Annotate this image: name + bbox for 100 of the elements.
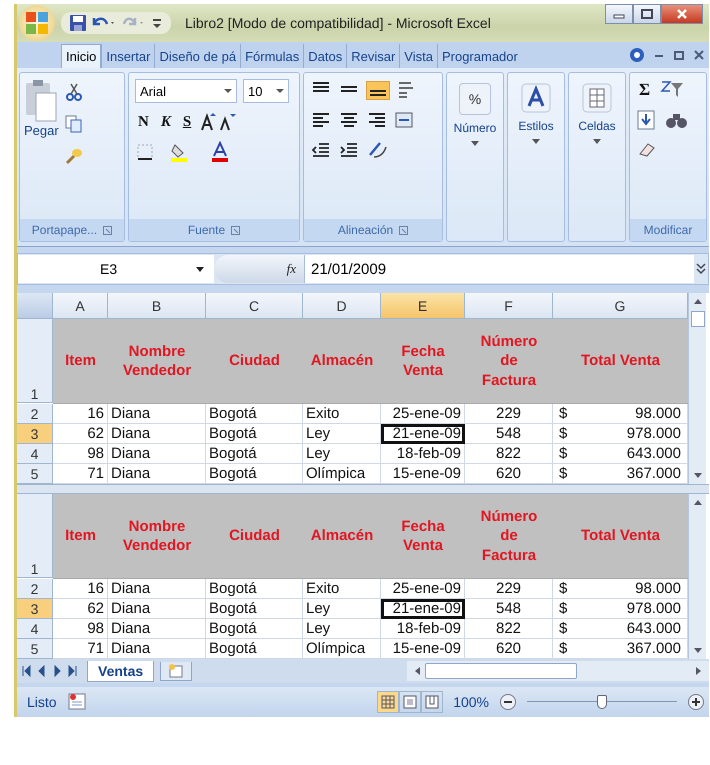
row-header[interactable]: 4 <box>17 444 53 464</box>
font-size-buttons-icon[interactable] <box>200 111 236 133</box>
close-button[interactable] <box>661 4 703 24</box>
ribbon-tab[interactable]: Inicio <box>61 44 102 68</box>
column-header[interactable]: E <box>381 293 465 319</box>
vertical-scrollbar[interactable] <box>688 293 706 484</box>
table-cell: Exito <box>303 579 381 599</box>
font-size-field[interactable]: 10 <box>243 79 289 103</box>
scroll-left-icon[interactable] <box>413 666 421 676</box>
caret-icon <box>196 266 204 272</box>
row-header[interactable]: 3 <box>17 424 53 444</box>
row-header[interactable]: 2 <box>17 404 53 424</box>
table-cell: Diana <box>108 444 206 464</box>
scroll-down-icon[interactable] <box>692 472 702 480</box>
table-cell: 21-ene-09 <box>381 599 465 619</box>
table-cell: Ley <box>303 619 381 639</box>
scroll-thumb[interactable] <box>425 663 577 679</box>
caret-icon <box>593 139 601 144</box>
table-cell: Exito <box>303 404 381 424</box>
dialog-launcher-icon[interactable] <box>103 226 112 234</box>
row-header[interactable]: 5 <box>17 464 53 484</box>
slider-thumb[interactable] <box>597 695 607 709</box>
row-header[interactable]: 4 <box>17 619 53 639</box>
currency-symbol: $ <box>559 425 568 442</box>
scroll-thumb[interactable] <box>690 311 704 327</box>
caret-icon <box>471 141 479 146</box>
copy-icon[interactable] <box>64 115 83 133</box>
group-title: Portapape... <box>32 223 98 237</box>
table-cell: 62 <box>53 599 108 619</box>
vertical-scrollbar[interactable] <box>688 494 706 659</box>
header-cell: Almacén <box>303 319 381 404</box>
page-break-button[interactable] <box>421 691 444 713</box>
cell-value: 98.000 <box>635 405 681 422</box>
format-painter-icon[interactable] <box>64 147 83 165</box>
table-cell: 229 <box>465 404 553 424</box>
close-icon[interactable] <box>693 49 705 61</box>
scissors-icon[interactable] <box>64 83 83 101</box>
office-button[interactable] <box>19 5 55 41</box>
table-cell: 62 <box>53 424 108 444</box>
group-title: Alineación <box>338 223 394 237</box>
header-cell: Ciudad <box>206 319 303 404</box>
table-cell: 548 <box>465 424 553 444</box>
scroll-down-icon[interactable] <box>692 647 702 655</box>
formula-field[interactable]: 21/01/2009 <box>304 255 694 283</box>
cells-icon <box>582 83 612 113</box>
zoom-in-icon[interactable] <box>687 693 705 711</box>
column-header[interactable]: D <box>303 293 381 319</box>
close-icon <box>676 9 688 19</box>
row-header[interactable]: 1 <box>17 319 53 403</box>
zoom-out-icon[interactable] <box>499 693 517 711</box>
underline-button[interactable]: S <box>180 114 194 130</box>
maximize-button[interactable] <box>633 4 661 24</box>
dialog-launcher-icon[interactable] <box>399 226 408 234</box>
header-cell: Nombre Vendedor <box>108 494 206 579</box>
styles-button[interactable]: Estilos <box>508 73 564 241</box>
sheet-tab[interactable]: Ventas <box>87 660 154 682</box>
column-header[interactable]: C <box>206 293 303 319</box>
cell-value: 643.000 <box>626 445 681 462</box>
header-cell: Fecha Venta <box>381 319 465 404</box>
table-cell: Bogotá <box>206 599 303 619</box>
cells-button[interactable]: Celdas <box>569 73 625 241</box>
row-header[interactable]: 1 <box>17 494 53 578</box>
insert-sheet-button[interactable] <box>160 662 192 680</box>
zoom-level[interactable]: 100% <box>453 694 489 710</box>
row-header[interactable]: 2 <box>17 579 53 599</box>
header-cell: Total Venta <box>553 319 688 404</box>
scroll-up-icon[interactable] <box>692 498 702 506</box>
zoom-slider[interactable] <box>527 693 677 711</box>
normal-view-button[interactable] <box>377 691 400 713</box>
font-name-field[interactable]: Arial <box>135 79 237 103</box>
restore-icon[interactable] <box>673 49 685 61</box>
column-header[interactable]: B <box>108 293 206 319</box>
italic-button[interactable]: K <box>158 114 174 130</box>
row-header[interactable]: 5 <box>17 639 53 659</box>
align-bottom-button[interactable] <box>366 80 390 100</box>
horizontal-scrollbar[interactable] <box>407 661 709 681</box>
column-header[interactable]: F <box>465 293 553 319</box>
row-header[interactable]: 3 <box>17 599 53 619</box>
bold-button[interactable]: N <box>135 114 152 130</box>
number-button[interactable]: % Número <box>447 73 503 241</box>
name-box[interactable]: E3 <box>18 255 214 283</box>
table-cell: 822 <box>465 444 553 464</box>
column-header[interactable]: G <box>553 293 688 319</box>
scroll-up-icon[interactable] <box>692 297 702 305</box>
header-cell: Número de Factura <box>465 319 553 404</box>
help-icon[interactable] <box>629 47 645 63</box>
new-sheet-icon <box>167 662 186 678</box>
table-cell: Bogotá <box>206 619 303 639</box>
minimize-button[interactable] <box>605 4 633 24</box>
scroll-right-icon[interactable] <box>695 666 703 676</box>
header-cell: Número de Factura <box>465 494 553 579</box>
autosum-button[interactable]: Σ <box>636 80 654 100</box>
insert-function-label[interactable]: fx <box>286 261 296 277</box>
page-break-icon <box>425 695 440 709</box>
column-header[interactable]: A <box>53 293 108 319</box>
save-icon[interactable] <box>69 14 87 32</box>
page-layout-button[interactable] <box>399 691 422 713</box>
paste-button[interactable]: Pegar <box>24 79 59 213</box>
header-cell: Almacén <box>303 494 381 579</box>
dialog-launcher-icon[interactable] <box>231 226 240 234</box>
